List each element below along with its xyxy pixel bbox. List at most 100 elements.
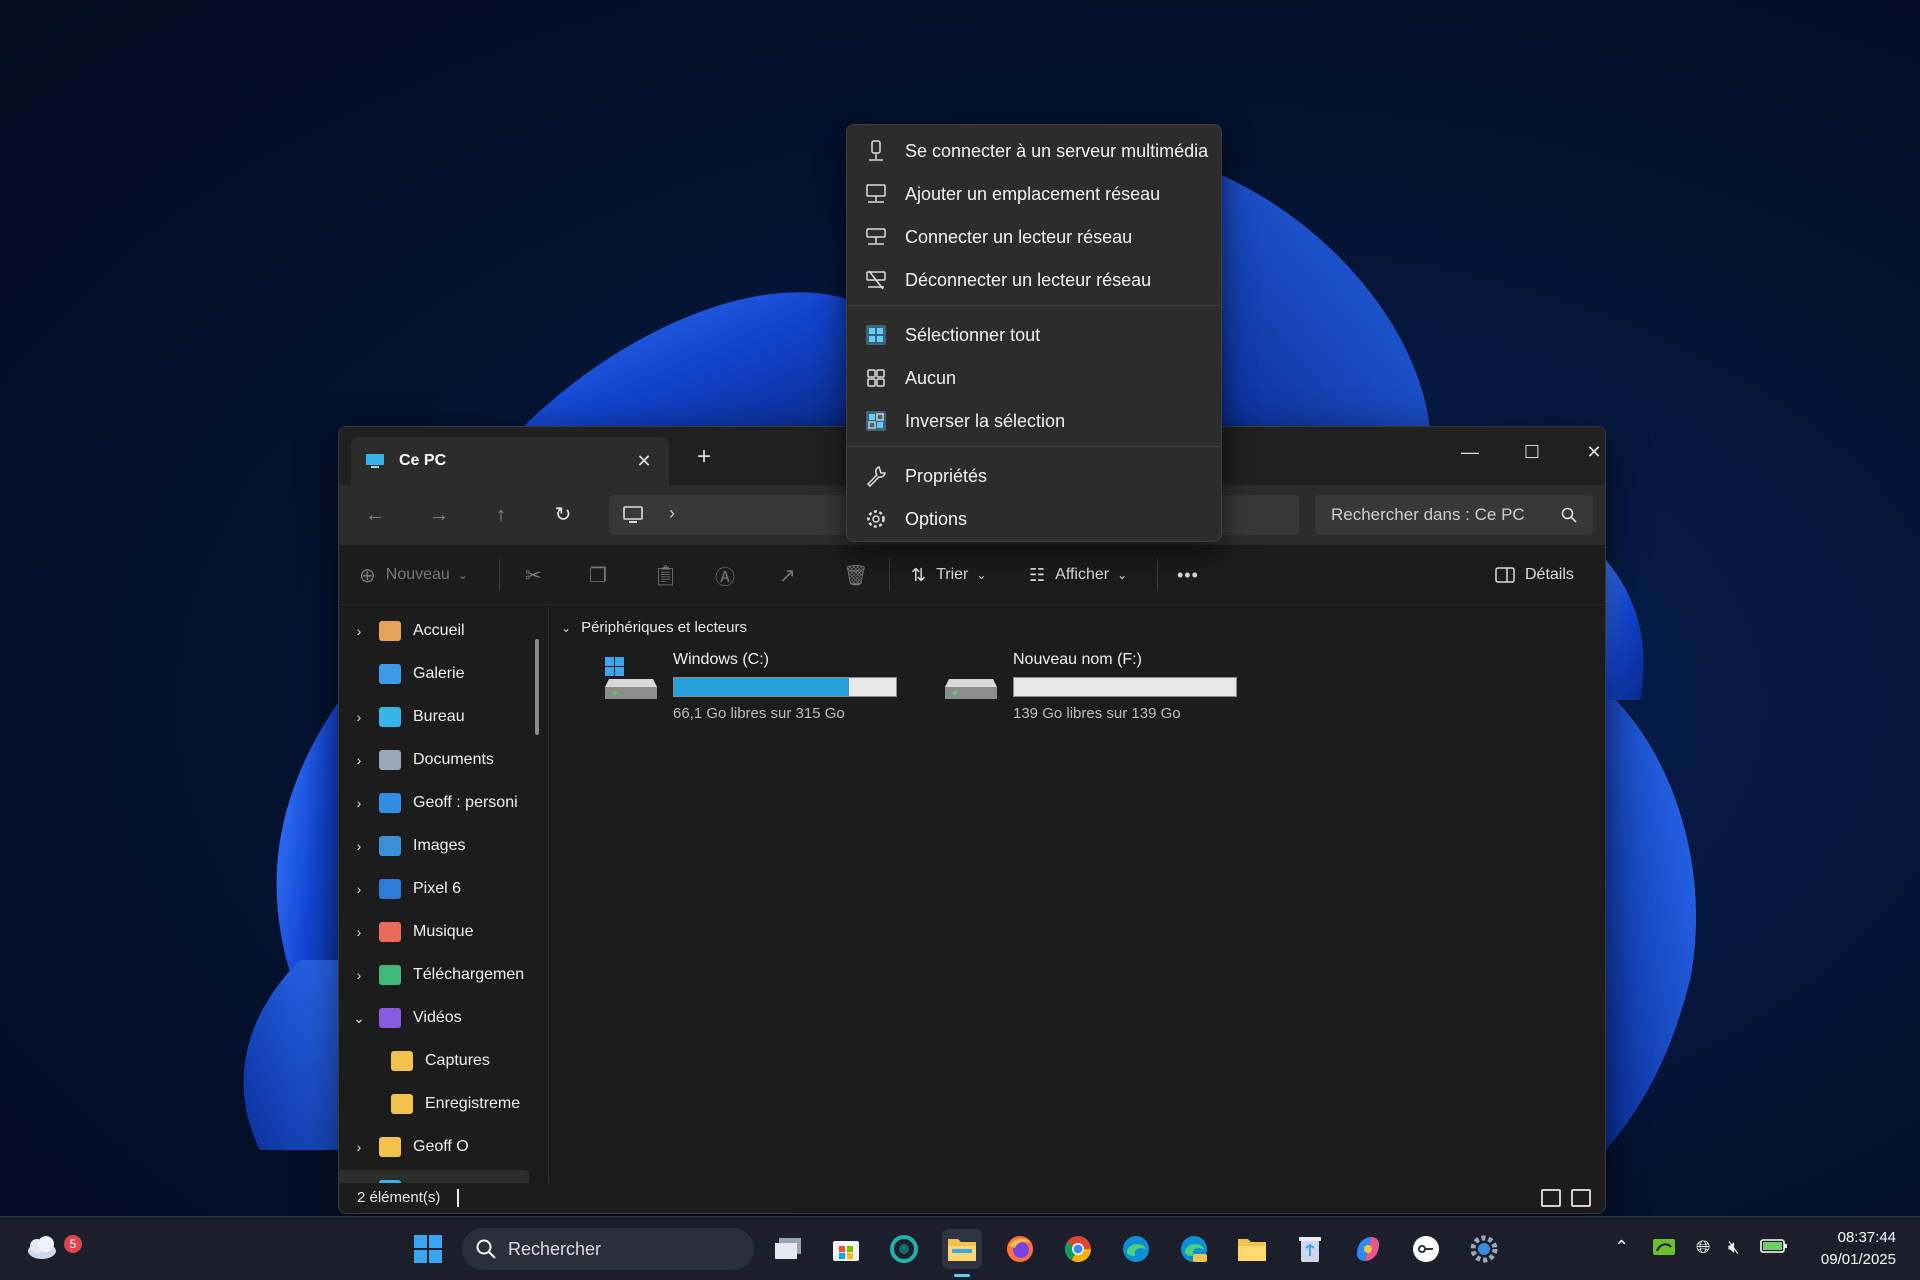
- key-app[interactable]: [1406, 1229, 1446, 1269]
- details-view-icon[interactable]: [1541, 1189, 1561, 1207]
- menu-item[interactable]: Propriétés: [853, 456, 1215, 496]
- chevron-right-icon[interactable]: ›: [339, 838, 379, 854]
- sidebar-item[interactable]: Galerie: [339, 654, 529, 694]
- videos-icon: [379, 1008, 401, 1028]
- up-arrow-icon[interactable]: ↑: [485, 499, 517, 531]
- search-input[interactable]: Rechercher dans : Ce PC: [1315, 495, 1593, 535]
- chevron-down-icon[interactable]: ⌄: [339, 1010, 379, 1027]
- delete-button[interactable]: 🗑︎: [843, 561, 868, 589]
- new-tab-button[interactable]: +: [691, 443, 717, 471]
- forward-arrow-icon[interactable]: →: [423, 499, 455, 531]
- refresh-icon[interactable]: ↻: [547, 499, 579, 531]
- close-window-button[interactable]: ✕: [1571, 437, 1605, 467]
- chevron-right-icon[interactable]: ›: [339, 752, 379, 768]
- menu-item-label: Ajouter un emplacement réseau: [905, 183, 1161, 204]
- drive-item-f[interactable]: Nouveau nom (F:) 139 Go libres sur 139 G…: [943, 651, 1263, 723]
- share-button[interactable]: ↗: [779, 561, 796, 589]
- active-indicator: [954, 1274, 970, 1277]
- copy-button[interactable]: ❐: [589, 561, 607, 589]
- battery-icon[interactable]: [1760, 1237, 1788, 1260]
- sidebar-item[interactable]: Enregistreme: [339, 1084, 529, 1124]
- drive-usage-bar: [1013, 677, 1237, 697]
- sidebar-item[interactable]: › Musique: [339, 912, 529, 952]
- map-drive-icon: [865, 226, 887, 248]
- large-icons-view-icon[interactable]: [1571, 1189, 1591, 1207]
- rename-button[interactable]: Ⓐ: [715, 561, 735, 589]
- store-app[interactable]: [826, 1229, 866, 1269]
- recycle-app[interactable]: [1290, 1229, 1330, 1269]
- menu-item[interactable]: Sélectionner tout: [853, 315, 1215, 355]
- firefox-icon: [1007, 1236, 1033, 1262]
- volume-muted-icon[interactable]: 🔇︎: [1728, 1237, 1739, 1258]
- menu-item[interactable]: Connecter un lecteur réseau: [853, 217, 1215, 257]
- chevron-right-icon[interactable]: ›: [669, 503, 675, 524]
- chevron-up-icon[interactable]: ⌃: [1614, 1237, 1629, 1258]
- file-explorer-app[interactable]: [942, 1229, 982, 1277]
- chevron-right-icon[interactable]: ›: [339, 924, 379, 940]
- menu-item[interactable]: Aucun: [853, 358, 1215, 398]
- menu-item[interactable]: Déconnecter un lecteur réseau: [853, 260, 1215, 300]
- chevron-right-icon[interactable]: ›: [339, 795, 379, 811]
- details-pane-button[interactable]: Détails: [1495, 561, 1574, 589]
- sidebar-item[interactable]: › Accueil: [339, 611, 529, 651]
- sidebar-item[interactable]: › Pixel 6: [339, 869, 529, 909]
- sidebar-item[interactable]: › Images: [339, 826, 529, 866]
- search-icon: [476, 1239, 496, 1259]
- minimize-button[interactable]: —: [1447, 437, 1493, 467]
- sidebar-item[interactable]: Captures: [339, 1041, 529, 1081]
- weather-widget[interactable]: 5: [22, 1227, 82, 1267]
- edge-canary-app[interactable]: [1174, 1229, 1214, 1269]
- task-view-button[interactable]: [768, 1229, 808, 1269]
- key-icon: [1413, 1236, 1439, 1262]
- chevron-right-icon[interactable]: ›: [339, 967, 379, 983]
- chevron-right-icon[interactable]: ›: [339, 881, 379, 897]
- more-options-button[interactable]: •••: [1177, 561, 1199, 589]
- drive-name: Windows (C:): [673, 651, 770, 668]
- edge-app[interactable]: [1116, 1229, 1156, 1269]
- clock[interactable]: 08:37:44 09/01/2025: [1821, 1227, 1896, 1271]
- app-ring[interactable]: [884, 1229, 924, 1269]
- phone-icon: [379, 879, 401, 899]
- sort-button[interactable]: ⇅ Trier ⌄: [911, 561, 986, 589]
- maximize-button[interactable]: ☐: [1509, 437, 1555, 467]
- sidebar-item[interactable]: ⌄ Vidéos: [339, 998, 529, 1038]
- menu-item[interactable]: Se connecter à un serveur multimédia: [853, 131, 1215, 171]
- copilot-app[interactable]: [1348, 1229, 1388, 1269]
- chrome-app[interactable]: [1058, 1229, 1098, 1269]
- sidebar-item[interactable]: › Geoff O: [339, 1127, 529, 1167]
- close-tab-icon[interactable]: ✕: [633, 451, 655, 472]
- language-globe-icon[interactable]: 🌐︎: [1696, 1237, 1710, 1258]
- new-button[interactable]: ⊕ Nouveau ⌄: [359, 561, 468, 589]
- scissors-icon: ✂: [525, 564, 542, 587]
- sidebar-item[interactable]: › Bureau: [339, 697, 529, 737]
- firefox-app[interactable]: [1000, 1229, 1040, 1269]
- group-header[interactable]: ⌄ Périphériques et lecteurs: [561, 619, 747, 636]
- menu-item-label: Propriétés: [905, 465, 988, 486]
- sidebar-item[interactable]: › Téléchargemen: [339, 955, 529, 995]
- menu-item[interactable]: Options: [853, 499, 1215, 539]
- chevron-right-icon[interactable]: ›: [339, 1139, 379, 1155]
- nvidia-icon[interactable]: [1652, 1237, 1676, 1262]
- start-button[interactable]: [408, 1229, 448, 1269]
- chevron-right-icon[interactable]: ›: [339, 623, 379, 639]
- chevron-right-icon[interactable]: ›: [339, 709, 379, 725]
- back-arrow-icon[interactable]: ←: [359, 499, 391, 531]
- settings-app[interactable]: [1464, 1229, 1504, 1269]
- cut-button[interactable]: ✂: [525, 561, 542, 589]
- tab-ce-pc[interactable]: Ce PC ✕: [351, 437, 669, 485]
- sidebar-item-label: Accueil: [413, 622, 465, 639]
- menu-item[interactable]: Inverser la sélection: [853, 401, 1215, 441]
- sidebar-item[interactable]: › Documents: [339, 740, 529, 780]
- view-button[interactable]: ☷ Afficher ⌄: [1029, 561, 1127, 589]
- sidebar-item[interactable]: › Geoff : personi: [339, 783, 529, 823]
- folder-app[interactable]: [1232, 1229, 1272, 1269]
- taskbar-search[interactable]: Rechercher: [462, 1228, 754, 1270]
- group-title: Périphériques et lecteurs: [581, 619, 747, 636]
- sidebar-scrollbar[interactable]: [535, 639, 539, 735]
- taskbar: 5 Rechercher ⌃ 🌐︎ 🔇︎ 08:37:44 09/01/2025: [0, 1216, 1920, 1280]
- drive-free-space: 66,1 Go libres sur 315 Go: [673, 705, 845, 722]
- clock-time: 08:37:44: [1837, 1229, 1896, 1246]
- drive-item-c[interactable]: Windows (C:) 66,1 Go libres sur 315 Go: [603, 651, 923, 723]
- menu-item[interactable]: Ajouter un emplacement réseau: [853, 174, 1215, 214]
- paste-button[interactable]: 📋︎: [653, 561, 678, 589]
